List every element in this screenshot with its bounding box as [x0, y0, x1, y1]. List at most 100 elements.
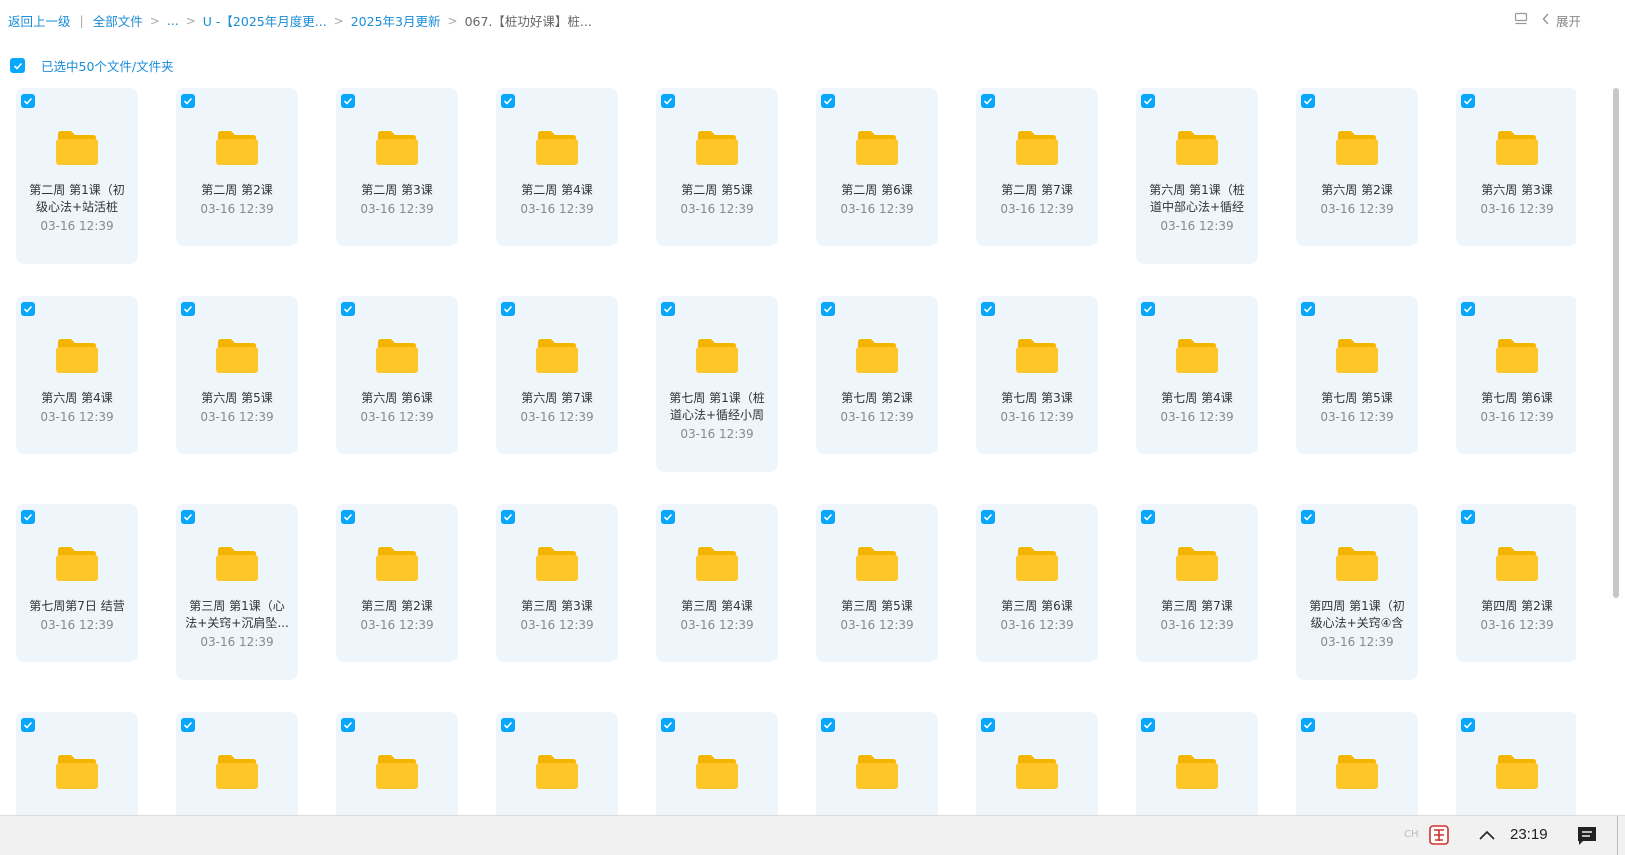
folder-item[interactable] [336, 712, 458, 816]
folder-item[interactable]: 第二周 第4课 03-16 12:39 [496, 88, 618, 246]
item-checkbox[interactable] [1301, 510, 1315, 524]
back-link[interactable]: 返回上一级 [8, 11, 71, 30]
folder-item[interactable]: 第六周 第3课 03-16 12:39 [1456, 88, 1576, 246]
item-checkbox[interactable] [821, 94, 835, 108]
item-checkbox[interactable] [661, 510, 675, 524]
item-checkbox[interactable] [341, 510, 355, 524]
folder-name: 第六周 第4课 03-16 12:39 [24, 390, 130, 426]
item-checkbox[interactable] [21, 510, 35, 524]
folder-item[interactable]: 第七周第7日 结营 03-16 12:39 [16, 504, 138, 662]
ime-indicator[interactable]: CH [1404, 829, 1419, 840]
item-checkbox[interactable] [501, 510, 515, 524]
item-checkbox[interactable] [821, 302, 835, 316]
item-checkbox[interactable] [981, 718, 995, 732]
list-view-icon[interactable] [1514, 12, 1528, 29]
item-checkbox[interactable] [1301, 302, 1315, 316]
folder-item[interactable] [816, 712, 938, 816]
item-checkbox[interactable] [501, 718, 515, 732]
expand-button[interactable]: 展开 [1542, 11, 1581, 30]
item-checkbox[interactable] [981, 302, 995, 316]
folder-item[interactable]: 第七周 第2课 03-16 12:39 [816, 296, 938, 454]
breadcrumb-level1[interactable]: U -【2025年月度更... [203, 11, 327, 30]
folder-item[interactable]: 第三周 第3课 03-16 12:39 [496, 504, 618, 662]
item-checkbox[interactable] [821, 510, 835, 524]
folder-item[interactable] [976, 712, 1098, 816]
select-all-checkbox[interactable] [10, 58, 25, 73]
folder-item[interactable] [1456, 712, 1576, 816]
item-checkbox[interactable] [981, 94, 995, 108]
folder-item[interactable]: 第六周 第7课 03-16 12:39 [496, 296, 618, 454]
folder-item[interactable]: 第六周 第6课 03-16 12:39 [336, 296, 458, 454]
breadcrumb-root[interactable]: 全部文件 [93, 11, 143, 30]
folder-item[interactable]: 第二周 第7课 03-16 12:39 [976, 88, 1098, 246]
item-checkbox[interactable] [821, 718, 835, 732]
folder-item[interactable]: 第七周 第1课（桩道心法+循经小周 03-16 12:39 [656, 296, 778, 472]
item-checkbox[interactable] [1141, 510, 1155, 524]
item-checkbox[interactable] [341, 94, 355, 108]
folder-item[interactable]: 第六周 第4课 03-16 12:39 [16, 296, 138, 454]
item-checkbox[interactable] [1141, 718, 1155, 732]
folder-item[interactable]: 第二周 第2课 03-16 12:39 [176, 88, 298, 246]
item-checkbox[interactable] [181, 302, 195, 316]
item-checkbox[interactable] [181, 510, 195, 524]
notification-icon[interactable] [1576, 825, 1598, 847]
tray-app-icon[interactable] [1428, 824, 1450, 846]
item-checkbox[interactable] [501, 302, 515, 316]
folder-item[interactable]: 第二周 第1课（初级心法+站活桩 03-16 12:39 [16, 88, 138, 264]
item-checkbox[interactable] [661, 94, 675, 108]
breadcrumb-arrow: > [447, 13, 458, 28]
folder-item[interactable] [176, 712, 298, 816]
item-checkbox[interactable] [1301, 94, 1315, 108]
item-checkbox[interactable] [1301, 718, 1315, 732]
item-checkbox[interactable] [21, 718, 35, 732]
item-checkbox[interactable] [1461, 510, 1475, 524]
item-checkbox[interactable] [341, 302, 355, 316]
folder-item[interactable]: 第二周 第6课 03-16 12:39 [816, 88, 938, 246]
folder-title: 第三周 第3课 [521, 599, 593, 613]
scrollbar[interactable] [1613, 88, 1619, 598]
item-checkbox[interactable] [21, 302, 35, 316]
folder-item[interactable] [496, 712, 618, 816]
item-checkbox[interactable] [181, 718, 195, 732]
folder-item[interactable]: 第三周 第7课 03-16 12:39 [1136, 504, 1258, 662]
item-checkbox[interactable] [661, 718, 675, 732]
folder-title: 第七周 第3课 [1001, 391, 1073, 405]
item-checkbox[interactable] [1141, 302, 1155, 316]
item-checkbox[interactable] [981, 510, 995, 524]
folder-item[interactable]: 第六周 第5课 03-16 12:39 [176, 296, 298, 454]
folder-item[interactable] [16, 712, 138, 816]
folder-item[interactable]: 第三周 第6课 03-16 12:39 [976, 504, 1098, 662]
folder-item[interactable]: 第四周 第2课 03-16 12:39 [1456, 504, 1576, 662]
item-checkbox[interactable] [501, 94, 515, 108]
folder-item[interactable]: 第七周 第4课 03-16 12:39 [1136, 296, 1258, 454]
show-desktop-divider[interactable] [1617, 816, 1618, 855]
item-checkbox[interactable] [661, 302, 675, 316]
item-checkbox[interactable] [21, 94, 35, 108]
item-checkbox[interactable] [1141, 94, 1155, 108]
item-checkbox[interactable] [1461, 302, 1475, 316]
clock[interactable]: 23:19 [1510, 826, 1548, 843]
folder-item[interactable]: 第三周 第1课（心法+关窍+沉肩坠... 03-16 12:39 [176, 504, 298, 680]
folder-item[interactable] [1136, 712, 1258, 816]
folder-item[interactable] [1296, 712, 1418, 816]
folder-icon [55, 752, 99, 790]
folder-item[interactable]: 第三周 第2课 03-16 12:39 [336, 504, 458, 662]
folder-item[interactable]: 第七周 第3课 03-16 12:39 [976, 296, 1098, 454]
folder-item[interactable]: 第三周 第4课 03-16 12:39 [656, 504, 778, 662]
breadcrumb-ellipsis[interactable]: ... [167, 13, 179, 28]
item-checkbox[interactable] [181, 94, 195, 108]
item-checkbox[interactable] [341, 718, 355, 732]
folder-item[interactable]: 第六周 第2课 03-16 12:39 [1296, 88, 1418, 246]
item-checkbox[interactable] [1461, 718, 1475, 732]
item-checkbox[interactable] [1461, 94, 1475, 108]
folder-item[interactable]: 第三周 第5课 03-16 12:39 [816, 504, 938, 662]
folder-item[interactable]: 第二周 第5课 03-16 12:39 [656, 88, 778, 246]
folder-item[interactable] [656, 712, 778, 816]
folder-item[interactable]: 第七周 第6课 03-16 12:39 [1456, 296, 1576, 454]
breadcrumb-level2[interactable]: 2025年3月更新 [351, 11, 441, 30]
chevron-up-icon[interactable] [1478, 827, 1496, 843]
folder-item[interactable]: 第六周 第1课（桩道中部心法+循经 03-16 12:39 [1136, 88, 1258, 264]
folder-item[interactable]: 第七周 第5课 03-16 12:39 [1296, 296, 1418, 454]
folder-item[interactable]: 第四周 第1课（初级心法+关窍④含 03-16 12:39 [1296, 504, 1418, 680]
folder-item[interactable]: 第二周 第3课 03-16 12:39 [336, 88, 458, 246]
